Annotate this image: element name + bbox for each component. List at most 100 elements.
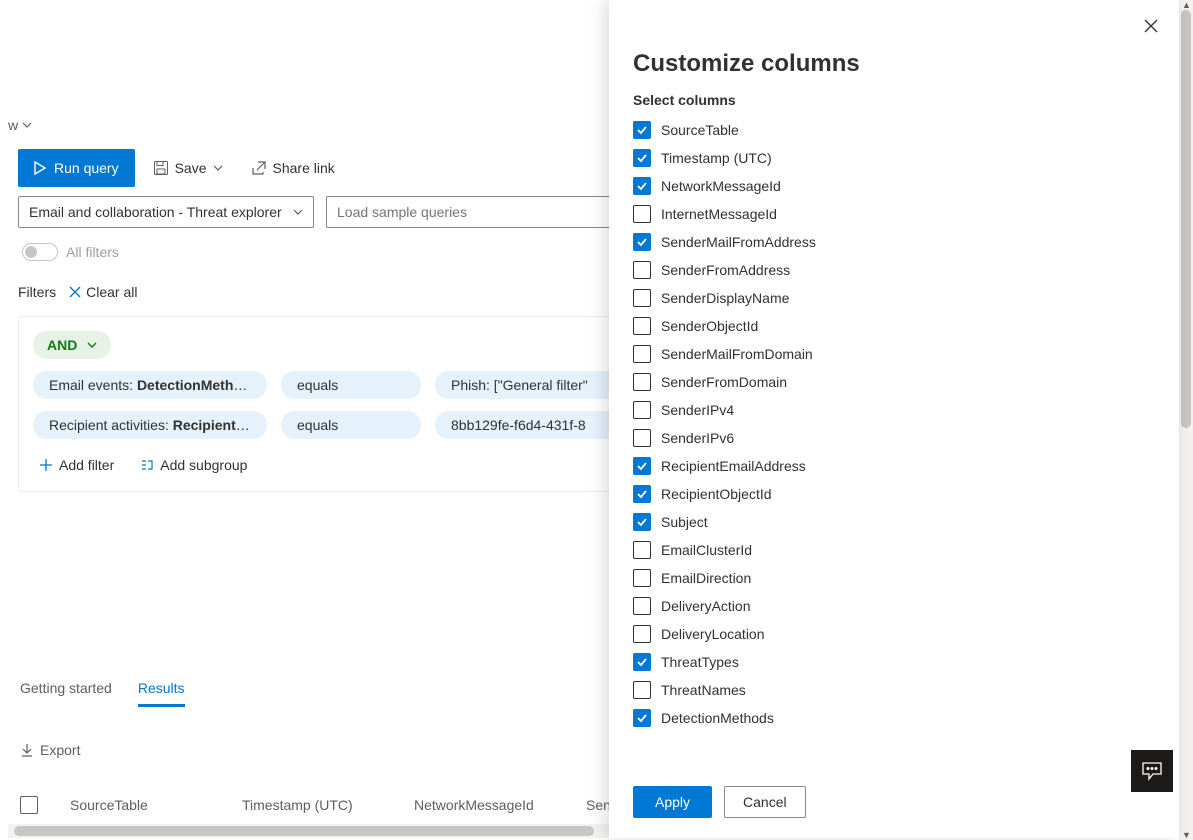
chevron-down-icon (22, 120, 32, 130)
column-label: EmailDirection (661, 570, 751, 586)
column-label: Subject (661, 514, 708, 530)
column-checkbox[interactable] (633, 401, 651, 419)
filters-title: Filters (18, 284, 56, 300)
col-sourcetable[interactable]: SourceTable (70, 797, 210, 813)
and-label: AND (47, 337, 77, 353)
column-item[interactable]: DeliveryAction (633, 592, 1155, 620)
column-item[interactable]: SourceTable (633, 116, 1155, 144)
plus-icon (39, 458, 53, 472)
column-item[interactable]: DeliveryLocation (633, 620, 1155, 648)
column-checkbox[interactable] (633, 681, 651, 699)
filter-op-pill[interactable]: equals (281, 371, 421, 399)
feedback-button[interactable] (1131, 750, 1173, 792)
column-checkbox[interactable] (633, 177, 651, 195)
column-item[interactable]: SenderMailFromDomain (633, 340, 1155, 368)
checkmark-icon (636, 180, 648, 192)
apply-button[interactable]: Apply (633, 786, 712, 818)
column-item[interactable]: SenderMailFromAddress (633, 228, 1155, 256)
column-checkbox[interactable] (633, 373, 651, 391)
column-checkbox[interactable] (633, 289, 651, 307)
checkmark-icon (636, 124, 648, 136)
run-query-button[interactable]: Run query (18, 149, 135, 187)
filter-field-pill[interactable]: Email events: DetectionMethods (33, 371, 267, 399)
column-checkbox[interactable] (633, 485, 651, 503)
column-item[interactable]: Timestamp (UTC) (633, 144, 1155, 172)
save-button[interactable]: Save (143, 149, 233, 187)
scroll-down-arrow[interactable]: ▼ (1182, 830, 1191, 840)
column-checkbox[interactable] (633, 317, 651, 335)
add-filter-button[interactable]: Add filter (33, 453, 120, 477)
panel-subtitle: Select columns (609, 88, 1179, 116)
column-checkbox[interactable] (633, 569, 651, 587)
column-item[interactable]: InternetMessageId (633, 200, 1155, 228)
column-label: SenderFromDomain (661, 374, 787, 390)
chevron-down-icon (213, 163, 223, 173)
column-item[interactable]: SenderDisplayName (633, 284, 1155, 312)
column-checkbox[interactable] (633, 541, 651, 559)
add-subgroup-label: Add subgroup (160, 457, 247, 473)
source-select[interactable]: Email and collaboration - Threat explore… (18, 196, 314, 228)
column-item[interactable]: SenderIPv4 (633, 396, 1155, 424)
share-link-button[interactable]: Share link (241, 149, 345, 187)
column-item[interactable]: EmailClusterId (633, 536, 1155, 564)
filter-field-pill[interactable]: Recipient activities: RecipientObj... (33, 411, 267, 439)
column-checkbox[interactable] (633, 205, 651, 223)
save-label: Save (175, 160, 207, 176)
column-item[interactable]: SenderFromAddress (633, 256, 1155, 284)
column-checkbox[interactable] (633, 261, 651, 279)
scroll-up-arrow[interactable]: ▲ (1182, 0, 1191, 10)
scrollbar-thumb[interactable] (1181, 10, 1191, 428)
column-checkbox[interactable] (633, 513, 651, 531)
column-checkbox[interactable] (633, 429, 651, 447)
and-operator-pill[interactable]: AND (33, 331, 111, 359)
column-item[interactable]: SenderIPv6 (633, 424, 1155, 452)
panel-close-button[interactable] (1139, 14, 1163, 41)
export-label: Export (40, 742, 80, 758)
run-query-label: Run query (54, 160, 119, 176)
column-item[interactable]: RecipientObjectId (633, 480, 1155, 508)
column-checkbox[interactable] (633, 457, 651, 475)
column-checkbox[interactable] (633, 709, 651, 727)
column-checkbox[interactable] (633, 625, 651, 643)
vertical-scrollbar[interactable]: ▲ ▼ (1179, 0, 1193, 840)
cancel-button[interactable]: Cancel (724, 786, 806, 818)
tab-getting-started[interactable]: Getting started (20, 680, 112, 707)
tab-results[interactable]: Results (138, 680, 185, 707)
add-subgroup-button[interactable]: Add subgroup (134, 453, 253, 477)
column-item[interactable]: ThreatNames (633, 676, 1155, 704)
share-icon (251, 160, 267, 176)
column-checkbox[interactable] (633, 149, 651, 167)
play-icon (34, 161, 46, 175)
column-item[interactable]: SenderFromDomain (633, 368, 1155, 396)
select-all-checkbox[interactable] (20, 796, 38, 814)
column-checkbox[interactable] (633, 597, 651, 615)
clear-all-button[interactable]: Clear all (68, 284, 137, 300)
column-item[interactable]: DetectionMethods (633, 704, 1155, 732)
clear-all-label: Clear all (86, 284, 137, 300)
column-checkbox[interactable] (633, 121, 651, 139)
checkmark-icon (636, 460, 648, 472)
filter-val-pill[interactable]: Phish: ["General filter" (435, 371, 635, 399)
column-checkbox[interactable] (633, 233, 651, 251)
column-list: SourceTableTimestamp (UTC)NetworkMessage… (609, 116, 1179, 772)
column-item[interactable]: NetworkMessageId (633, 172, 1155, 200)
filter-val-pill[interactable]: 8bb129fe-f6d4-431f-8 (435, 411, 635, 439)
column-label: SenderObjectId (661, 318, 758, 334)
customize-columns-panel: Customize columns Select columns SourceT… (609, 0, 1179, 838)
column-item[interactable]: RecipientEmailAddress (633, 452, 1155, 480)
column-item[interactable]: Subject (633, 508, 1155, 536)
checkmark-icon (636, 516, 648, 528)
col-networkmessageid[interactable]: NetworkMessageId (414, 797, 554, 813)
column-checkbox[interactable] (633, 653, 651, 671)
column-item[interactable]: ThreatTypes (633, 648, 1155, 676)
column-item[interactable]: EmailDirection (633, 564, 1155, 592)
export-button[interactable]: Export (20, 742, 80, 758)
col-timestamp[interactable]: Timestamp (UTC) (242, 797, 382, 813)
source-select-value: Email and collaboration - Threat explore… (29, 204, 282, 220)
column-item[interactable]: SenderObjectId (633, 312, 1155, 340)
filter-op-pill[interactable]: equals (281, 411, 421, 439)
all-filters-toggle[interactable] (22, 243, 58, 261)
scrollbar-thumb[interactable] (14, 826, 594, 836)
column-checkbox[interactable] (633, 345, 651, 363)
column-label: SenderIPv6 (661, 430, 734, 446)
